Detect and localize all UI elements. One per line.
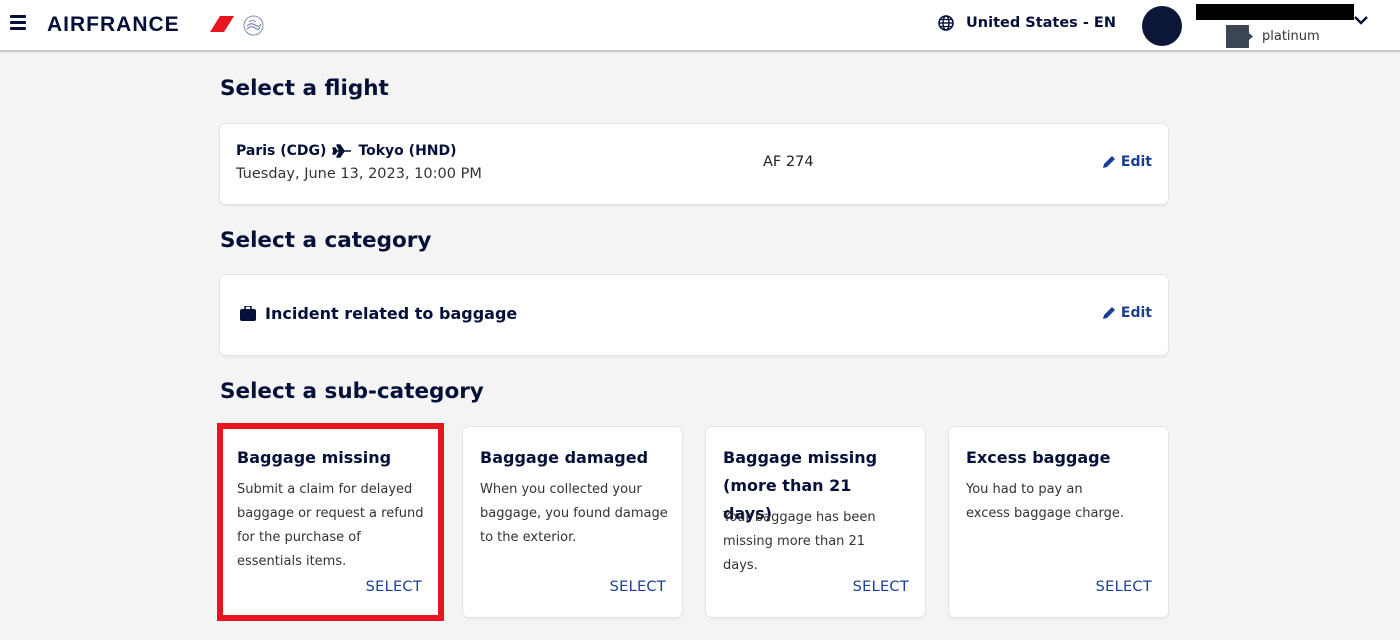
- edit-flight-label: Edit: [1120, 154, 1152, 170]
- subcategory-description: Submit a claim for delayed baggage or re…: [237, 482, 424, 569]
- user-name-redacted: [1196, 4, 1354, 20]
- tier-label: platinum: [1262, 29, 1320, 44]
- menu-icon[interactable]: [10, 15, 26, 31]
- chevron-down-icon[interactable]: [1353, 14, 1369, 26]
- category-card: Incident related to baggage Edit: [220, 275, 1168, 355]
- airfrance-slash-logo-icon: [210, 16, 234, 32]
- user-avatar[interactable]: [1142, 6, 1182, 46]
- flight-date: Tuesday, June 13, 2023, 10:00 PM: [236, 166, 482, 182]
- subcategory-title: Baggage missing: [237, 448, 392, 467]
- flight-section-title: Select a flight: [220, 76, 389, 101]
- airplane-icon: [332, 144, 352, 158]
- edit-flight-button[interactable]: Edit: [1102, 154, 1152, 170]
- pencil-icon: [1102, 156, 1115, 168]
- subcategory-title: Excess baggage: [966, 448, 1111, 467]
- skyteam-logo-icon: [243, 15, 264, 36]
- edit-category-label: Edit: [1120, 305, 1152, 321]
- subcategory-title: Baggage damaged: [480, 448, 649, 467]
- select-button[interactable]: SELECT: [1096, 579, 1152, 595]
- subcategory-card-baggage-damaged[interactable]: Baggage damaged When you collected your …: [463, 427, 682, 617]
- destination: Tokyo (HND): [358, 143, 457, 159]
- briefcase-icon: [240, 306, 256, 321]
- subcategory-card-excess-baggage[interactable]: Excess baggage You had to pay an excess …: [949, 427, 1168, 617]
- top-header: AIRFRANCE United States - EN platinum: [0, 0, 1400, 52]
- airfrance-logo[interactable]: AIRFRANCE: [47, 13, 180, 37]
- locale-selector[interactable]: United States - EN: [938, 15, 1116, 31]
- flight-card: Paris (CDG) Tokyo (HND) Tuesday, June 13…: [220, 124, 1168, 204]
- subcategory-description: Your baggage has been missing more than …: [723, 510, 876, 573]
- subcategory-description: When you collected your baggage, you fou…: [480, 482, 668, 545]
- subcategory-card-baggage-missing-21-days[interactable]: Baggage missing (more than 21 days) Your…: [706, 427, 925, 617]
- subcategory-card-baggage-missing[interactable]: Baggage missing Submit a claim for delay…: [217, 423, 444, 621]
- flight-route: Paris (CDG) Tokyo (HND): [236, 143, 457, 159]
- select-button[interactable]: SELECT: [366, 579, 422, 595]
- subcategory-description: You had to pay an excess baggage charge.: [966, 482, 1124, 521]
- category-label: Incident related to baggage: [265, 304, 518, 323]
- locale-label: United States - EN: [966, 15, 1116, 31]
- origin: Paris (CDG): [236, 143, 327, 159]
- flight-number: AF 274: [763, 154, 814, 170]
- edit-category-button[interactable]: Edit: [1102, 305, 1152, 321]
- tier-badge-icon: [1226, 25, 1253, 48]
- pencil-icon: [1102, 307, 1115, 319]
- loyalty-tier: platinum: [1226, 25, 1320, 48]
- category-section-title: Select a category: [220, 228, 432, 253]
- globe-icon: [938, 15, 954, 31]
- select-button[interactable]: SELECT: [853, 579, 909, 595]
- select-button[interactable]: SELECT: [610, 579, 666, 595]
- subcategory-section-title: Select a sub-category: [220, 379, 484, 404]
- selected-category: Incident related to baggage: [240, 304, 517, 323]
